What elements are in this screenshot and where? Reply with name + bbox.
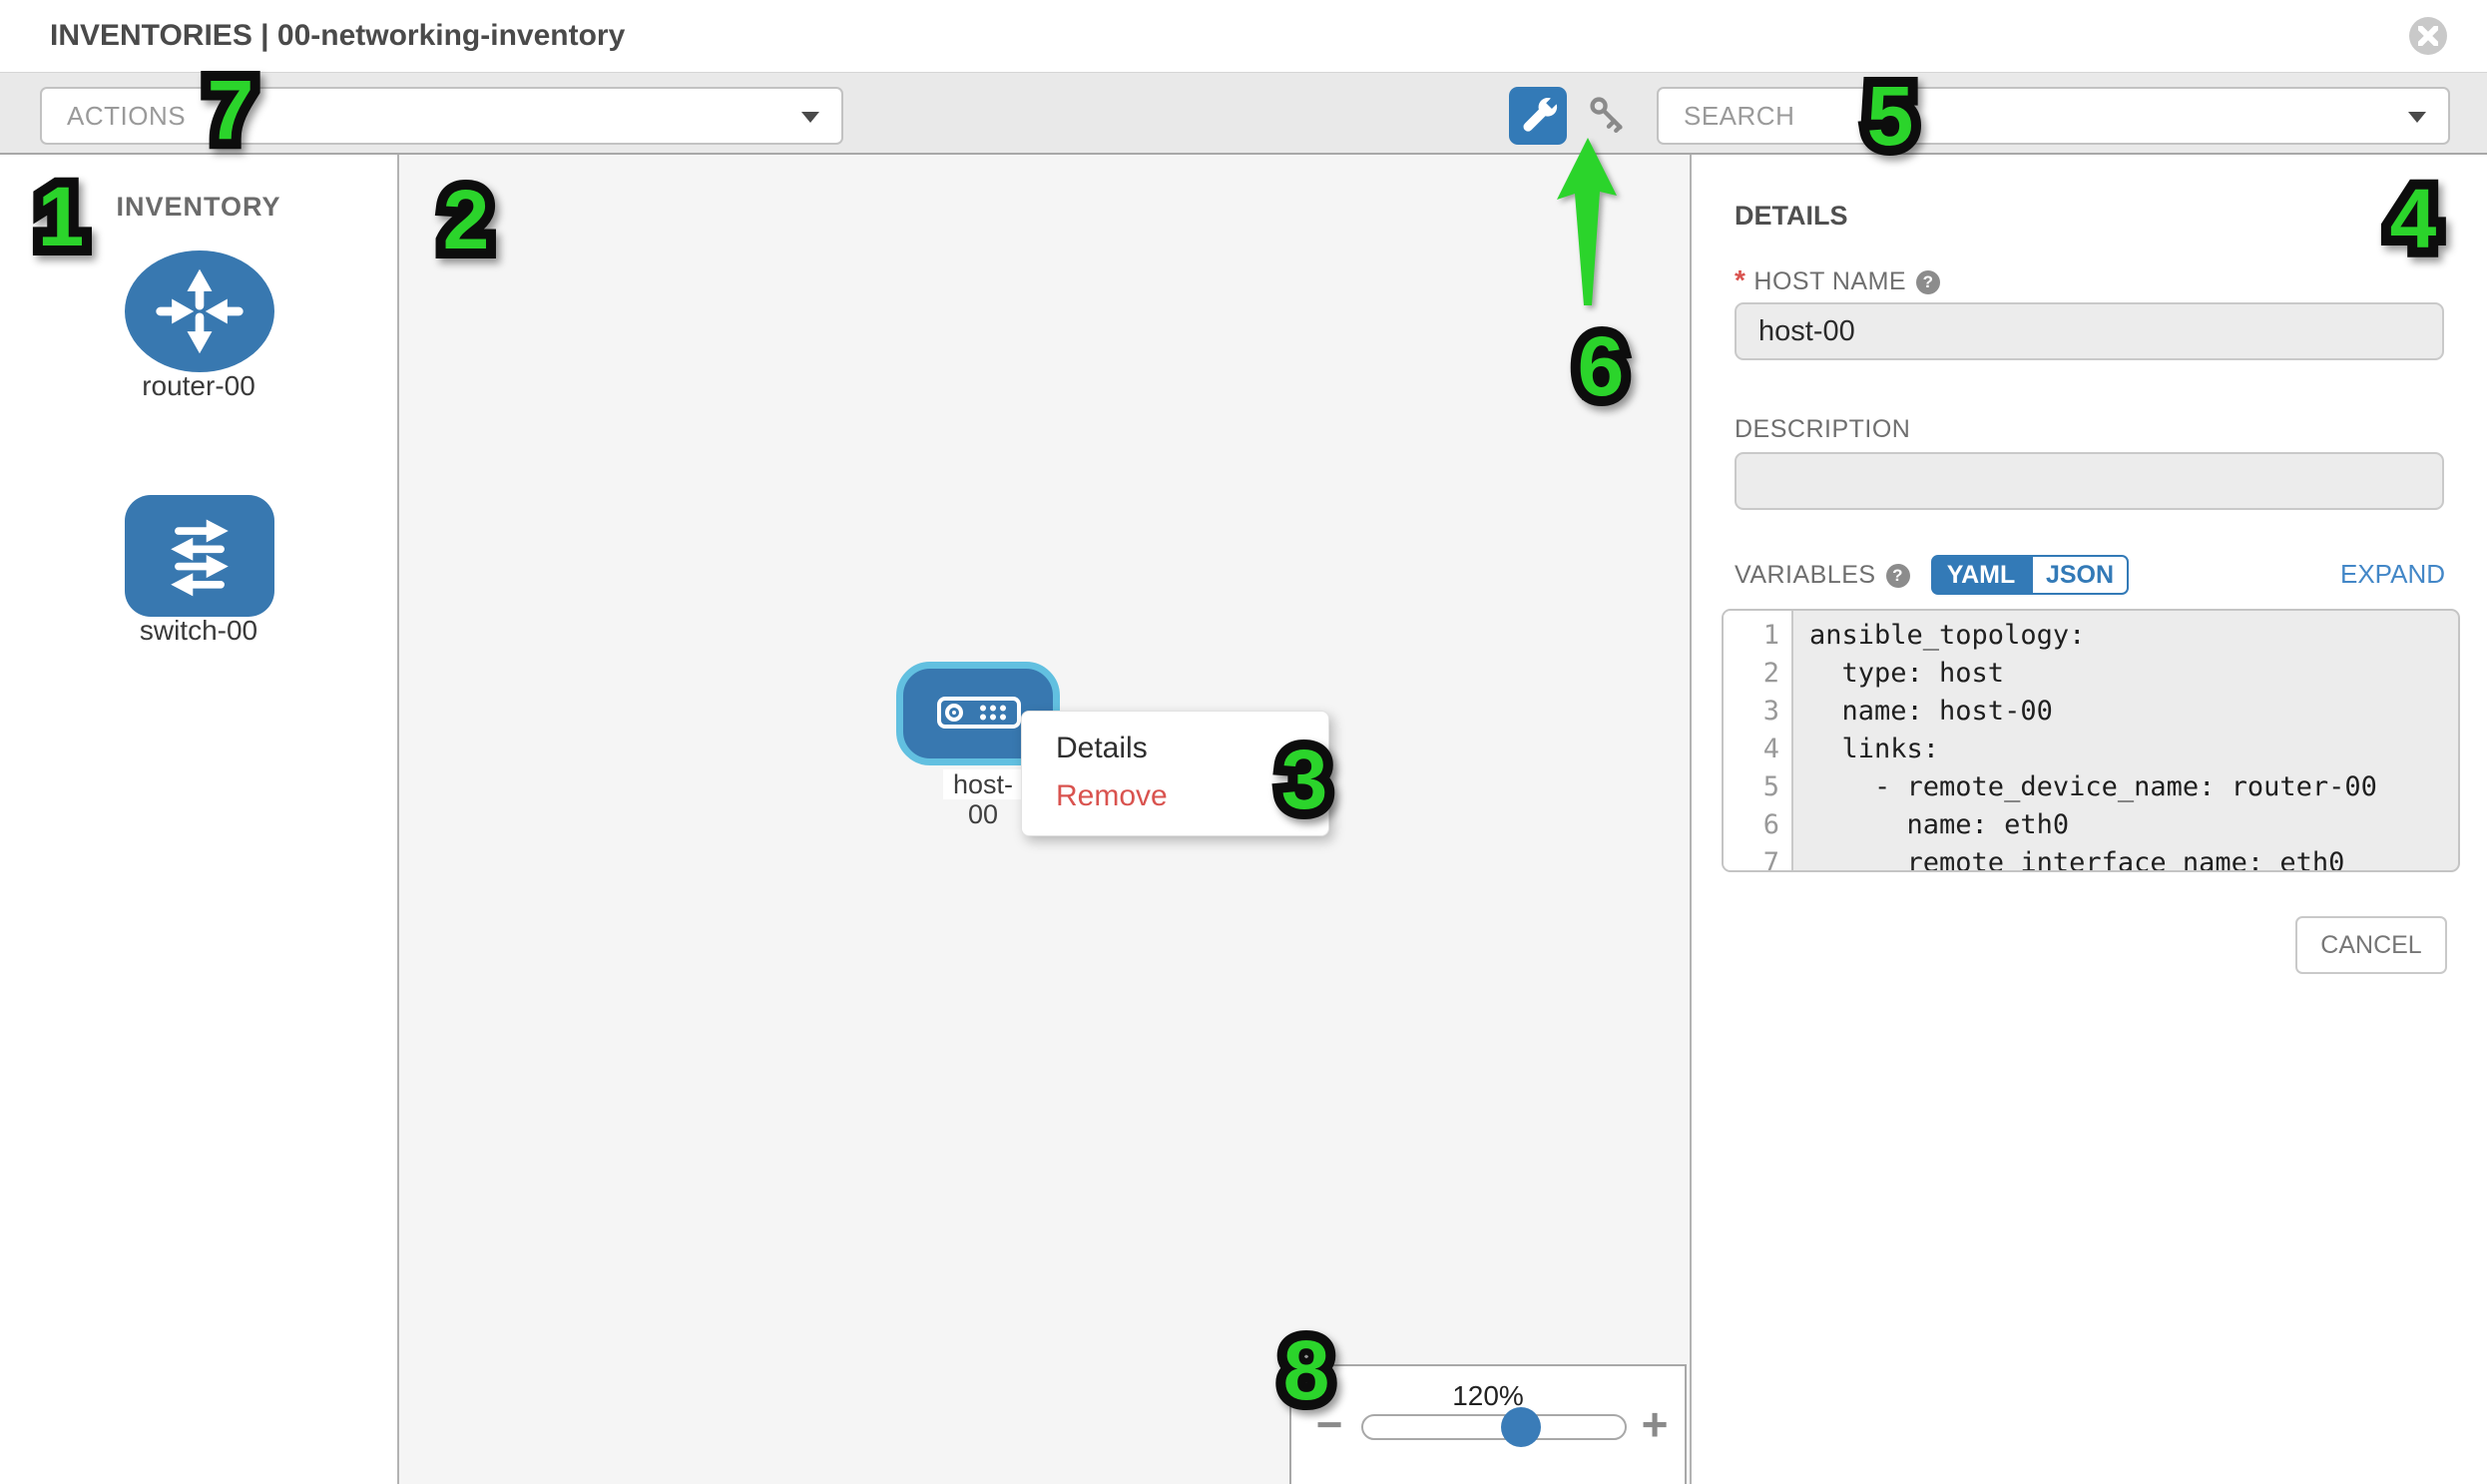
toolbar: ACTIONS SEARCH (0, 72, 2487, 155)
palette-item-router[interactable] (125, 250, 274, 372)
close-icon[interactable] (2409, 17, 2447, 55)
zoom-out-button[interactable]: − (1309, 1398, 1349, 1450)
palette-item-label: router-00 (0, 370, 397, 402)
key-icon (1582, 89, 1636, 143)
code-line: name: eth0 (1809, 806, 2458, 844)
zoom-slider-track[interactable] (1361, 1414, 1627, 1440)
tab-yaml[interactable]: YAML (1931, 555, 2031, 595)
details-panel: DETAILS *HOST NAME? DESCRIPTION VARIABLE… (1692, 155, 2487, 1484)
search-placeholder: SEARCH (1684, 89, 1794, 143)
code-line: ansible_topology: (1809, 617, 2458, 655)
wrench-icon (1509, 87, 1567, 145)
tab-json[interactable]: JSON (2031, 555, 2129, 595)
inventory-topology-screen: INVENTORIES | 00-networking-inventory AC… (0, 0, 2487, 1484)
code-line: type: host (1809, 655, 2458, 693)
switch-icon (152, 508, 248, 604)
palette-item-switch[interactable] (125, 495, 274, 617)
actions-placeholder: ACTIONS (67, 89, 186, 143)
variables-row: VARIABLES? YAML JSON EXPAND (1735, 555, 2445, 597)
x-glyph (2418, 26, 2438, 46)
zoom-level: 120% (1291, 1380, 1685, 1412)
inventory-palette: INVENTORY router-00 (0, 155, 399, 1484)
context-menu-remove[interactable]: Remove (1056, 773, 1168, 819)
topology-canvas[interactable]: host-00 Details Remove 120% − + (399, 155, 1692, 1484)
palette-title: INVENTORY (0, 192, 397, 223)
router-icon (152, 263, 248, 359)
code-lines[interactable]: ansible_topology: type: host name: host-… (1795, 611, 2458, 870)
code-line: remote_interface_name: eth0 (1809, 844, 2458, 872)
chevron-down-icon (2408, 112, 2426, 123)
zoom-in-button[interactable]: + (1635, 1398, 1675, 1450)
line-number-gutter: 1 2 3 4 5 6 7 (1724, 611, 1793, 870)
code-line: links: (1809, 731, 2458, 768)
details-title: DETAILS (1735, 201, 1848, 232)
palette-item-label: switch-00 (0, 615, 397, 647)
description-input[interactable] (1735, 452, 2444, 510)
variables-code-editor[interactable]: 1 2 3 4 5 6 7 ansible_topology: type: ho… (1722, 609, 2460, 872)
node-context-menu: Details Remove (1021, 711, 1329, 836)
help-icon[interactable]: ? (1916, 270, 1940, 294)
host-name-label: *HOST NAME? (1735, 264, 1940, 296)
context-menu-details[interactable]: Details (1056, 726, 1148, 771)
host-icon (937, 697, 1021, 729)
code-line: name: host-00 (1809, 693, 2458, 731)
description-label: DESCRIPTION (1735, 415, 1910, 444)
actions-dropdown[interactable]: ACTIONS (40, 87, 843, 145)
cancel-button[interactable]: CANCEL (2295, 916, 2447, 974)
variables-label: VARIABLES? (1735, 561, 1910, 590)
zoom-slider-thumb[interactable] (1501, 1407, 1541, 1447)
header: INVENTORIES | 00-networking-inventory (0, 0, 2487, 72)
help-icon[interactable]: ? (1886, 564, 1910, 588)
wrench-button[interactable] (1509, 87, 1567, 145)
host-node-label: host-00 (943, 769, 1023, 799)
key-button[interactable] (1582, 89, 1636, 143)
zoom-control: 120% − + (1289, 1364, 1687, 1484)
expand-link[interactable]: EXPAND (2340, 559, 2445, 590)
required-asterisk: * (1735, 264, 1745, 295)
code-line: - remote_device_name: router-00 (1809, 768, 2458, 806)
search-dropdown[interactable]: SEARCH (1657, 87, 2450, 145)
host-name-input[interactable] (1735, 302, 2444, 360)
page-title: INVENTORIES | 00-networking-inventory (50, 0, 625, 72)
chevron-down-icon (801, 112, 819, 123)
